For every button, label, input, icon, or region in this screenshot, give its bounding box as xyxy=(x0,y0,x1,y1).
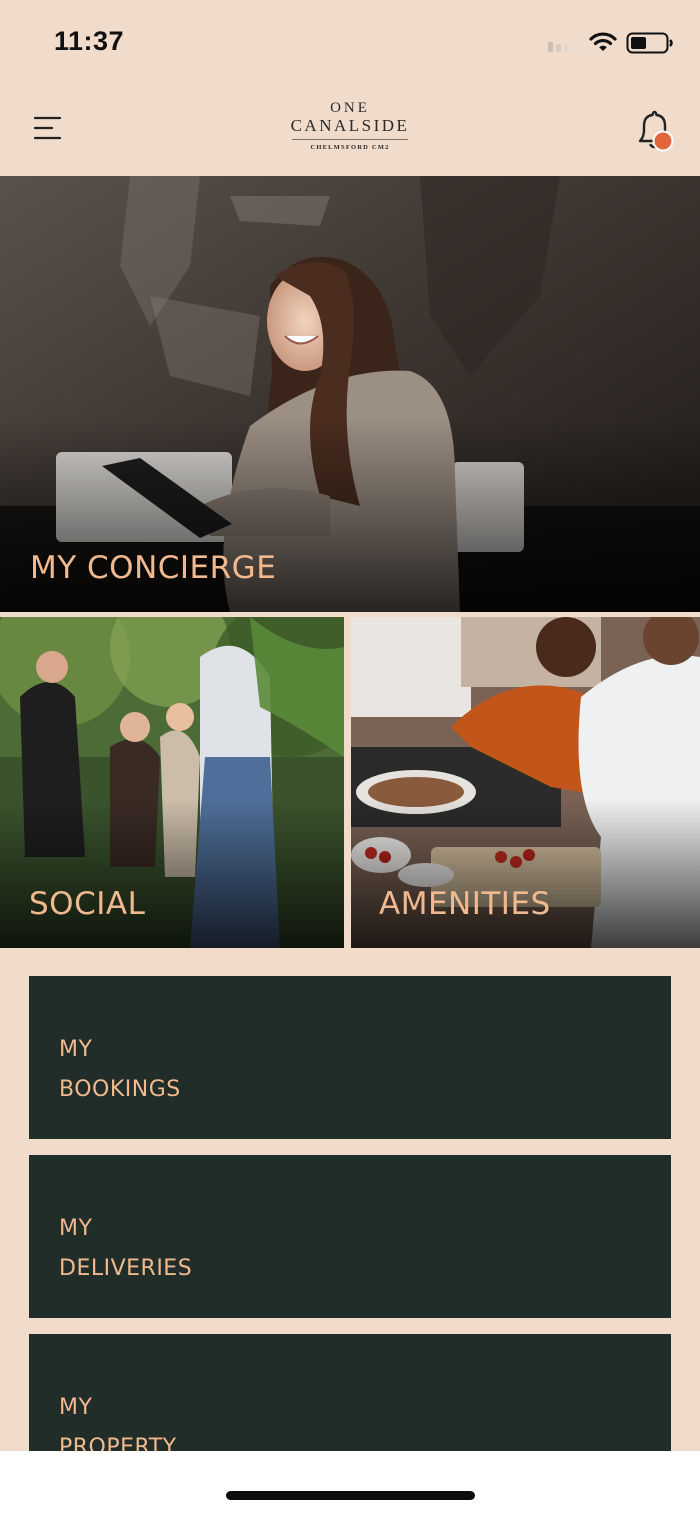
tile-my-concierge[interactable]: MY CONCIERGE xyxy=(0,176,700,612)
card-my-deliveries-label: MY DELIVERIES xyxy=(59,1209,192,1289)
logo-location: CHELMSFORD CM2 xyxy=(310,144,390,151)
logo-line-canalside: CANALSIDE xyxy=(290,116,410,135)
card-my-deliveries-line1: MY xyxy=(59,1216,93,1241)
tile-amenities-label: AMENITIES xyxy=(379,886,551,922)
card-my-property-line1: MY xyxy=(59,1395,93,1420)
card-my-deliveries[interactable]: MY DELIVERIES xyxy=(29,1155,671,1318)
cellular-signal-icon xyxy=(548,42,577,52)
status-bar: 11:37 xyxy=(0,0,700,88)
bell-icon[interactable] xyxy=(636,110,676,154)
card-my-bookings-line2: BOOKINGS xyxy=(59,1077,181,1102)
battery-icon xyxy=(626,32,673,54)
tile-social-label: SOCIAL xyxy=(29,886,146,922)
status-time: 11:37 xyxy=(54,26,125,56)
card-my-bookings-line1: MY xyxy=(59,1037,93,1062)
card-my-property[interactable]: MY PROPERTY xyxy=(29,1334,671,1451)
tile-social[interactable]: SOCIAL xyxy=(0,617,344,948)
logo-divider xyxy=(292,139,408,140)
home-indicator-area xyxy=(0,1451,700,1515)
logo-line-one: ONE xyxy=(330,100,370,116)
home-indicator[interactable] xyxy=(226,1491,475,1500)
card-my-bookings-label: MY BOOKINGS xyxy=(59,1030,181,1110)
card-my-deliveries-line2: DELIVERIES xyxy=(59,1256,193,1281)
social-shade xyxy=(0,799,344,948)
wifi-icon xyxy=(589,32,617,51)
brand-logo: ONE CANALSIDE CHELMSFORD CM2 xyxy=(280,100,420,162)
tile-my-concierge-label: MY CONCIERGE xyxy=(30,550,277,586)
card-my-bookings[interactable]: MY BOOKINGS xyxy=(29,976,671,1139)
card-my-property-label: MY PROPERTY xyxy=(59,1388,177,1451)
tile-amenities[interactable]: AMENITIES xyxy=(351,617,700,948)
app-header: ONE CANALSIDE CHELMSFORD CM2 xyxy=(0,88,700,176)
card-my-property-line2: PROPERTY xyxy=(59,1435,177,1451)
menu-icon[interactable] xyxy=(34,115,62,141)
amenities-shade xyxy=(351,799,700,948)
